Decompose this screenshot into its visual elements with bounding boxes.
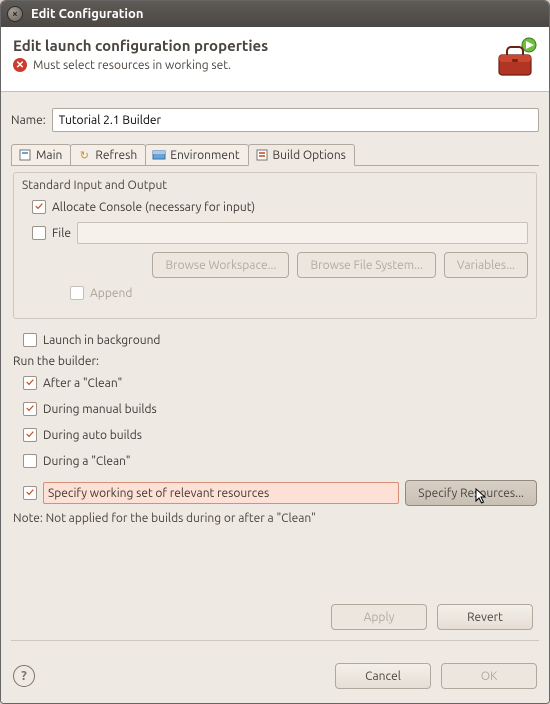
append-checkbox: [70, 286, 84, 300]
working-set-checkbox[interactable]: [23, 486, 37, 500]
run-builder-heading: Run the builder:: [13, 355, 537, 368]
window-title: Edit Configuration: [31, 7, 543, 21]
main-area: Name: Main ↻ Refresh: [1, 92, 549, 653]
launch-bg-row: Launch in background: [23, 329, 537, 351]
tab-main[interactable]: Main: [11, 144, 71, 165]
error-row: ✕ Must select resources in working set.: [13, 58, 495, 72]
auto-builds-row: During auto builds: [23, 424, 537, 446]
tab-environment[interactable]: Environment: [145, 144, 248, 165]
during-clean-checkbox[interactable]: [23, 454, 37, 468]
name-input[interactable]: [52, 108, 539, 132]
tab-label: Main: [36, 149, 62, 162]
close-icon[interactable]: ×: [7, 6, 23, 22]
auto-builds-label: During auto builds: [43, 429, 142, 442]
ok-button: OK: [441, 663, 537, 689]
after-clean-label: After a "Clean": [43, 377, 122, 390]
separator: [11, 640, 539, 641]
file-label: File: [52, 227, 71, 240]
toolbox-icon: [495, 37, 537, 79]
manual-builds-label: During manual builds: [43, 403, 157, 416]
specify-resources-button[interactable]: Specify Resources...: [405, 480, 537, 506]
dialog-button-bar: ? Cancel OK: [1, 653, 549, 703]
build-options-pane: Standard Input and Output Allocate Conso…: [11, 166, 539, 527]
tab-label: Environment: [170, 149, 239, 162]
file-buttons: Browse Workspace... Browse File System..…: [68, 252, 528, 278]
refresh-tab-icon: ↻: [77, 148, 91, 162]
manual-builds-checkbox[interactable]: [23, 402, 37, 416]
titlebar[interactable]: × Edit Configuration: [1, 1, 549, 27]
file-checkbox[interactable]: [32, 226, 46, 240]
append-label: Append: [90, 287, 132, 300]
main-tab-icon: [18, 148, 32, 162]
help-icon[interactable]: ?: [13, 665, 35, 687]
tab-label: Refresh: [95, 149, 137, 162]
dialog-window: × Edit Configuration Edit launch configu…: [0, 0, 550, 704]
apply-button: Apply: [331, 604, 427, 630]
build-options-tab-icon: [255, 148, 269, 162]
working-set-field: Specify working set of relevant resource…: [43, 482, 399, 504]
name-label: Name:: [11, 114, 46, 127]
manual-builds-row: During manual builds: [23, 398, 537, 420]
tab-label: Build Options: [273, 149, 346, 162]
browse-workspace-button: Browse Workspace...: [152, 252, 289, 278]
launch-bg-checkbox[interactable]: [23, 333, 37, 347]
std-io-group: Standard Input and Output Allocate Conso…: [13, 172, 537, 319]
error-icon: ✕: [13, 58, 27, 72]
working-set-label: Specify working set of relevant resource…: [48, 487, 269, 500]
tab-bar: Main ↻ Refresh Environment Build Opt: [11, 142, 539, 166]
cancel-button[interactable]: Cancel: [335, 663, 431, 689]
tab-refresh[interactable]: ↻ Refresh: [70, 144, 146, 165]
launch-bg-label: Launch in background: [43, 334, 160, 347]
group-legend: Standard Input and Output: [22, 179, 528, 192]
banner-heading: Edit launch configuration properties: [13, 37, 495, 54]
apply-revert-row: Apply Revert: [11, 596, 539, 634]
banner: Edit launch configuration properties ✕ M…: [1, 27, 549, 92]
after-clean-row: After a "Clean": [23, 372, 537, 394]
environment-tab-icon: [152, 148, 166, 162]
name-row: Name:: [11, 108, 539, 132]
browse-filesystem-button: Browse File System...: [297, 252, 435, 278]
tab-build-options[interactable]: Build Options: [248, 144, 355, 166]
allocate-console-checkbox[interactable]: [32, 200, 46, 214]
note-text: Note: Not applied for the builds during …: [13, 512, 537, 525]
file-path-input: [77, 222, 528, 244]
file-row: File: [32, 222, 528, 244]
variables-button: Variables...: [444, 252, 528, 278]
after-clean-checkbox[interactable]: [23, 376, 37, 390]
error-text: Must select resources in working set.: [33, 59, 231, 72]
working-set-row: Specify working set of relevant resource…: [23, 480, 537, 506]
revert-button[interactable]: Revert: [437, 604, 533, 630]
append-row: Append: [70, 282, 528, 304]
allocate-console-row: Allocate Console (necessary for input): [32, 196, 528, 218]
allocate-console-label: Allocate Console (necessary for input): [52, 201, 255, 214]
during-clean-label: During a "Clean": [43, 455, 131, 468]
during-clean-row: During a "Clean": [23, 450, 537, 472]
dialog-content: Edit launch configuration properties ✕ M…: [1, 27, 549, 703]
auto-builds-checkbox[interactable]: [23, 428, 37, 442]
